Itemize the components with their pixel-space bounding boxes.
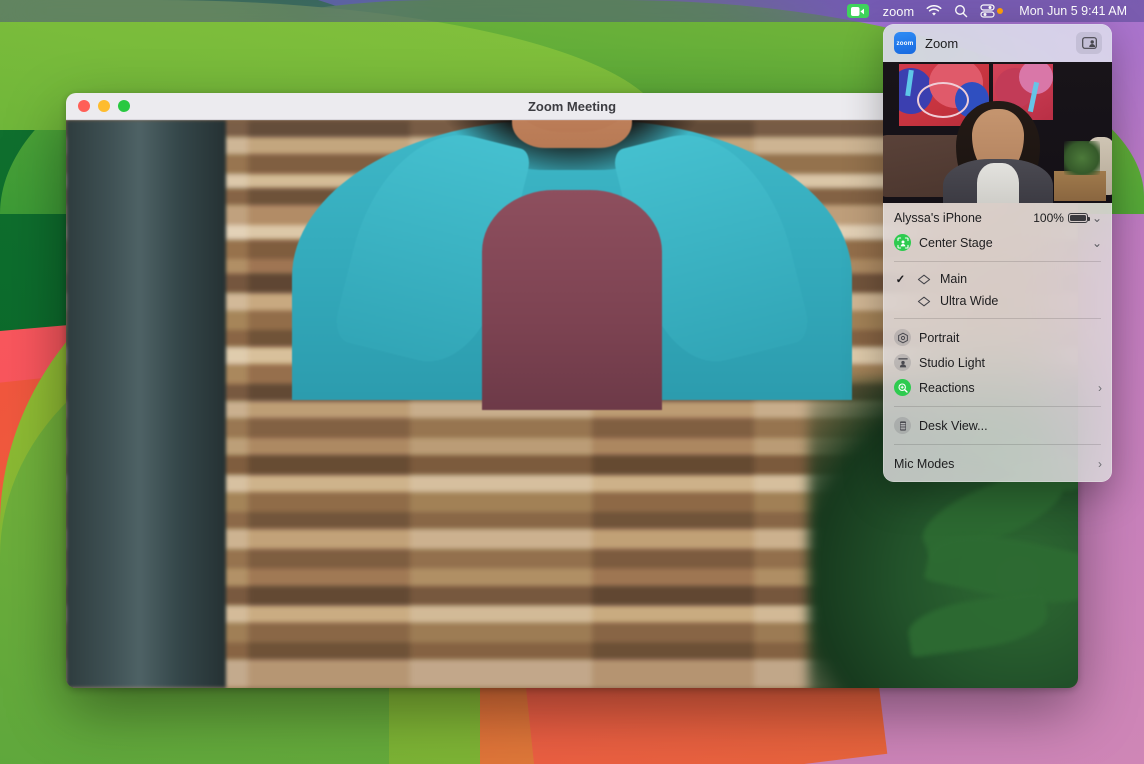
center-stage-label: Center Stage [919, 236, 1084, 250]
panel-header: zoom Zoom [883, 24, 1112, 62]
lens-option-main[interactable]: ✓ Main [883, 268, 1112, 290]
effect-row-studio-light[interactable]: Studio Light [883, 350, 1112, 375]
video-camera-icon [847, 4, 869, 18]
desk-view-row[interactable]: Desk View... [883, 413, 1112, 438]
divider [894, 444, 1101, 445]
center-stage-icon [894, 234, 911, 251]
battery-percent: 100% [1033, 211, 1064, 225]
lens-option-ultra-wide[interactable]: Ultra Wide [883, 290, 1112, 312]
panel-app-name: Zoom [925, 36, 1067, 51]
zoom-app-icon-label: zoom [897, 40, 914, 47]
zoom-app-icon: zoom [894, 32, 916, 54]
lens-icon [915, 271, 932, 288]
menubar-video-indicator[interactable] [841, 0, 877, 22]
menubar-app-name[interactable]: zoom [877, 0, 921, 22]
search-icon [954, 4, 968, 18]
lens-label: Main [940, 272, 1102, 286]
menu-bar: zoom Mon J [0, 0, 1144, 22]
effects-section: Portrait Studio Light Rea [883, 323, 1112, 402]
divider [894, 318, 1101, 319]
effect-label: Reactions [919, 381, 1090, 395]
lens-section: ✓ Main Ultra Wide [883, 266, 1112, 314]
center-stage-row[interactable]: Center Stage ⌄ [883, 230, 1112, 255]
lens-icon [915, 293, 932, 310]
camera-preview [883, 62, 1112, 203]
menubar-wifi[interactable] [920, 0, 948, 22]
effect-label: Portrait [919, 331, 1102, 345]
desk-view-section: Desk View... [883, 411, 1112, 440]
mic-modes-row[interactable]: Mic Modes › [883, 451, 1112, 476]
checkmark-icon: ✓ [894, 272, 907, 286]
menubar-app-label: zoom [883, 4, 915, 19]
battery-full-icon [1068, 213, 1088, 223]
video-control-panel[interactable]: zoom Zoom [883, 24, 1112, 482]
desk-view-label: Desk View... [919, 419, 1102, 433]
lens-label: Ultra Wide [940, 294, 1102, 308]
control-center-icon [980, 4, 995, 18]
effect-row-reactions[interactable]: Reactions › [883, 375, 1112, 400]
chevron-right-icon[interactable]: › [1098, 382, 1102, 394]
portrait-icon [894, 329, 911, 346]
device-name: Alyssa's iPhone [894, 211, 1025, 225]
orange-dot-icon [997, 8, 1003, 14]
device-section: Alyssa's iPhone 100% ⌄ Center Stage ⌄ [883, 203, 1112, 257]
chevron-down-icon[interactable]: ⌄ [1092, 237, 1102, 249]
chevron-down-icon[interactable]: ⌄ [1092, 212, 1102, 224]
reactions-icon [894, 379, 911, 396]
device-row[interactable]: Alyssa's iPhone 100% ⌄ [883, 205, 1112, 230]
mic-modes-section: Mic Modes › [883, 449, 1112, 482]
mic-modes-label: Mic Modes [894, 457, 1090, 471]
menubar-control-center[interactable] [974, 0, 1009, 22]
divider [894, 261, 1101, 262]
menubar-datetime: Mon Jun 5 9:41 AM [1015, 4, 1129, 18]
wifi-icon [926, 5, 942, 17]
effect-label: Studio Light [919, 356, 1102, 370]
divider [894, 406, 1101, 407]
menubar-clock[interactable]: Mon Jun 5 9:41 AM [1009, 0, 1135, 22]
effect-row-portrait[interactable]: Portrait [883, 325, 1112, 350]
video-preview-icon[interactable] [1076, 32, 1102, 54]
menubar-spotlight[interactable] [948, 0, 974, 22]
studio-light-icon [894, 354, 911, 371]
chevron-right-icon[interactable]: › [1098, 458, 1102, 470]
desk-view-icon [894, 417, 911, 434]
